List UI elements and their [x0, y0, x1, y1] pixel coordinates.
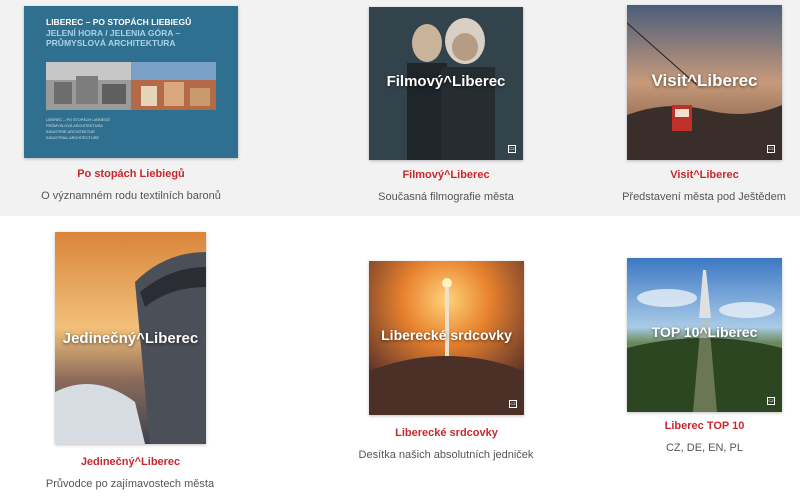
- cover-overlay-title: TOP 10^Liberec: [651, 324, 758, 340]
- item-title-link[interactable]: Liberecké srdcovky: [369, 427, 524, 439]
- cover-subheading-line: PRŮMYSLOVÁ ARCHITEKTURA: [46, 38, 176, 48]
- cover-small-print: INDUSTRIE-ARCHITEKTUR: [46, 130, 95, 134]
- book-cover-jedinecny-liberec[interactable]: Jedinečný^Liberec: [55, 232, 206, 444]
- cover-small-print: INDUSTRIAL ARCHITECTURE: [46, 136, 100, 140]
- language-badge: CZ: [767, 145, 775, 153]
- language-badge: CZ: [509, 400, 517, 408]
- cover-overlay-title: Filmový^Liberec: [386, 73, 506, 90]
- item-title-link[interactable]: Jedinečný^Liberec: [55, 456, 206, 468]
- cover-subheading-line: JELENÍ HORA / JELENIA GÓRA –: [46, 28, 181, 38]
- item-description: Průvodce po zajímavostech města: [45, 478, 215, 490]
- item-title-link[interactable]: Po stopách Liebiegů: [24, 168, 238, 180]
- language-badge: CZ: [767, 397, 775, 405]
- cover-overlay-title: Jedinečný^Liberec: [62, 330, 199, 347]
- cover-overlay-title: Liberecké srdcovky: [381, 327, 512, 343]
- book-cover-po-stopach-liebiegu[interactable]: LIBEREC – PO STOPÁCH LIEBIEGŮ JELENÍ HOR…: [24, 6, 238, 158]
- item-description: Představení města pod Ještědem: [622, 191, 786, 203]
- item-description: Současná filmografie města: [378, 191, 514, 203]
- language-badge: CZ: [508, 145, 516, 153]
- item-title-link[interactable]: Liberec TOP 10: [627, 420, 782, 432]
- item-description: Desítka našich absolutních jedniček: [358, 449, 534, 461]
- book-cover-filmovy-liberec[interactable]: Filmový^Liberec CZ: [369, 7, 523, 160]
- cover-overlay-title: Visit^Liberec: [651, 71, 758, 90]
- cover-heading-line: LIBEREC – PO STOPÁCH LIEBIEGŮ: [46, 17, 192, 27]
- cover-small-print: LIBEREC – PO STOPÁCH LIEBIEGŮ: [46, 118, 110, 122]
- cover-photo: [46, 62, 216, 110]
- item-description: O významném rodu textilních baronů: [41, 190, 221, 202]
- book-cover-liberec-top-10[interactable]: TOP 10^Liberec CZ: [627, 258, 782, 412]
- cover-small-print: PRŮMYSLOVÁ ARCHITEKTURA: [46, 124, 103, 128]
- item-title-link[interactable]: Visit^Liberec: [627, 169, 782, 181]
- book-cover-liberecke-srdcovky[interactable]: Liberecké srdcovky CZ: [369, 261, 524, 415]
- item-description: CZ, DE, EN, PL: [665, 442, 744, 454]
- book-cover-visit-liberec[interactable]: Visit^Liberec CZ: [627, 5, 782, 160]
- item-title-link[interactable]: Filmový^Liberec: [369, 169, 523, 181]
